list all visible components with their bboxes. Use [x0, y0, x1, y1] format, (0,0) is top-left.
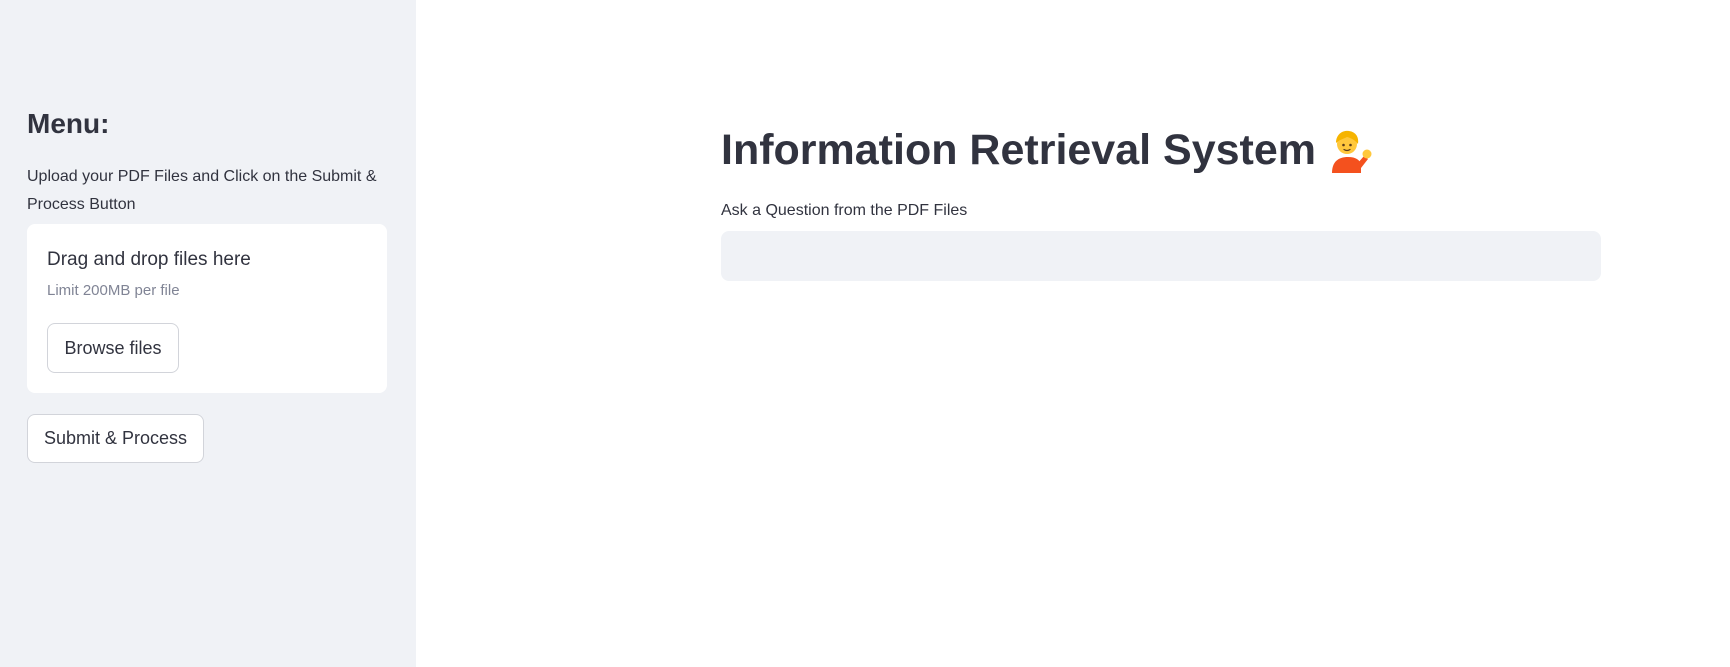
person-tipping-hand-icon — [1324, 126, 1372, 174]
file-dropzone[interactable]: Drag and drop files here Limit 200MB per… — [27, 224, 387, 393]
app-root: Menu: Upload your PDF Files and Click on… — [0, 0, 1730, 667]
dropzone-limit: Limit 200MB per file — [47, 282, 180, 299]
question-input[interactable] — [721, 231, 1601, 281]
page-title: Information Retrieval System — [721, 120, 1372, 180]
browse-files-button[interactable]: Browse files — [47, 323, 179, 373]
upload-instructions: Upload your PDF Files and Click on the S… — [27, 168, 377, 213]
dropzone-title: Drag and drop files here — [47, 249, 251, 270]
question-label: Ask a Question from the PDF Files — [721, 202, 968, 219]
page-title-text: Information Retrieval System — [721, 126, 1317, 174]
submit-process-button[interactable]: Submit & Process — [27, 414, 204, 463]
menu-title: Menu: — [27, 108, 110, 139]
sidebar: Menu: Upload your PDF Files and Click on… — [0, 0, 416, 667]
